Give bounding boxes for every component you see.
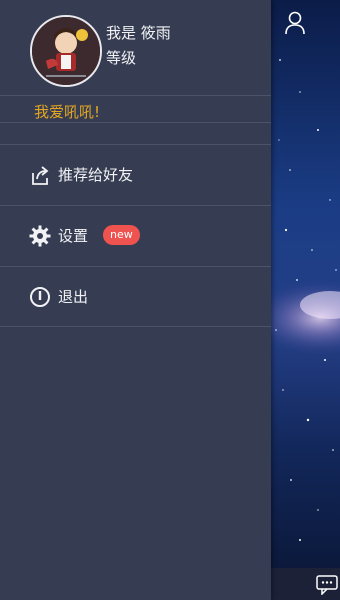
side-drawer: 我是 筱雨 等级 我爱吼吼! 推荐给好友 设置 new 退出 bbox=[0, 0, 271, 600]
level-label: 等级 bbox=[106, 49, 137, 67]
chat-icon[interactable] bbox=[316, 575, 338, 595]
avatar[interactable] bbox=[30, 15, 102, 87]
gear-icon bbox=[29, 225, 51, 247]
username: 我是 筱雨 bbox=[106, 24, 171, 42]
menu-item-share[interactable]: 推荐给好友 bbox=[0, 145, 271, 205]
profile-header[interactable]: 我是 筱雨 等级 bbox=[0, 0, 271, 95]
divider bbox=[0, 326, 271, 327]
divider bbox=[0, 122, 271, 123]
menu-item-label: 退出 bbox=[58, 288, 89, 306]
menu-item-label: 设置 bbox=[58, 227, 89, 245]
avatar-illustration bbox=[32, 17, 100, 85]
share-icon bbox=[32, 166, 49, 185]
menu-item-label: 推荐给好友 bbox=[58, 166, 134, 184]
divider bbox=[0, 95, 271, 96]
user-icon[interactable] bbox=[284, 11, 306, 35]
power-icon bbox=[30, 287, 50, 307]
signature-text[interactable]: 我爱吼吼! bbox=[34, 101, 100, 122]
menu-item-logout[interactable]: 退出 bbox=[0, 267, 271, 327]
new-badge: new bbox=[103, 225, 140, 245]
